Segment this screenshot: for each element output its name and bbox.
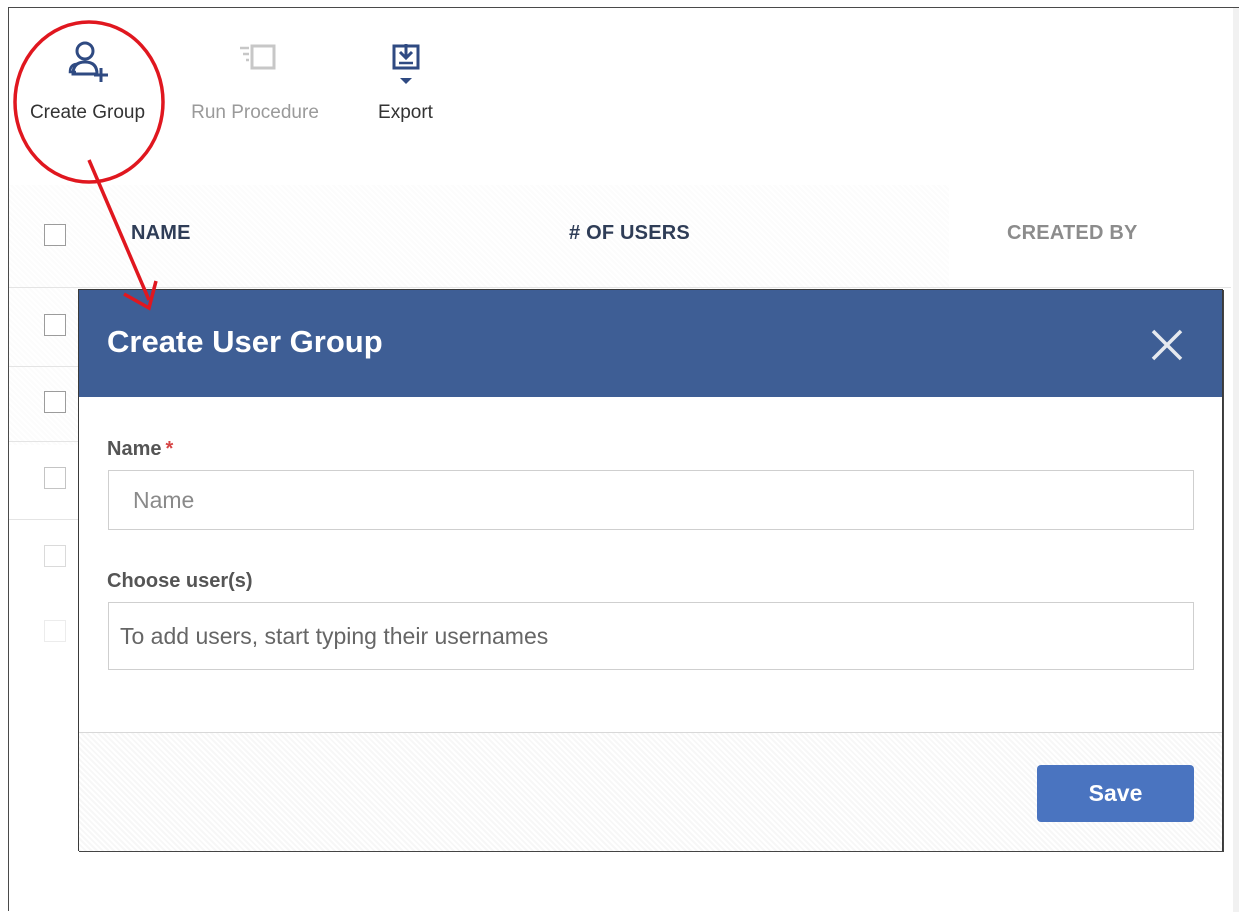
run-procedure-icon	[180, 36, 330, 88]
create-group-button[interactable]: Create Group	[20, 36, 155, 124]
create-group-label: Create Group	[29, 102, 146, 123]
choose-users-input[interactable]	[109, 603, 1193, 669]
row-checkbox[interactable]	[44, 620, 66, 642]
column-header-users[interactable]: # OF USERS	[569, 222, 690, 245]
save-button[interactable]: Save	[1037, 765, 1194, 822]
dialog-title: Create User Group	[107, 324, 383, 359]
table-row-divider	[9, 366, 79, 367]
select-all-checkbox[interactable]	[44, 224, 66, 246]
dialog-footer: Save	[79, 732, 1222, 851]
export-icon	[368, 36, 443, 88]
dialog-header: Create User Group	[79, 290, 1222, 397]
name-label-text: Name	[107, 438, 162, 460]
add-user-group-icon	[20, 36, 155, 88]
name-field-label: Name *	[107, 438, 173, 461]
column-header-created-by[interactable]: CREATED BY	[1007, 222, 1138, 245]
name-input-box[interactable]	[108, 470, 1194, 530]
run-procedure-label: Run Procedure	[191, 102, 319, 123]
column-header-name[interactable]: NAME	[131, 222, 191, 245]
row-checkbox[interactable]	[44, 391, 66, 413]
create-user-group-dialog: Create User Group Name* Choose user(s) S…	[78, 289, 1223, 851]
run-procedure-button[interactable]: Run Procedure	[180, 36, 330, 124]
export-label: Export	[378, 102, 433, 123]
choose-users-input-box[interactable]	[108, 602, 1194, 670]
table-row-divider	[9, 441, 79, 442]
export-button[interactable]: Export	[368, 36, 443, 124]
scrollbar-track[interactable]	[1233, 8, 1239, 912]
table-row-divider	[9, 519, 79, 520]
choose-users-label: Choose user(s)	[107, 570, 253, 592]
table-header: NAME # OF USERS CREATED BY	[9, 200, 1229, 270]
required-mark: *	[165, 438, 174, 460]
row-checkbox[interactable]	[44, 314, 66, 336]
name-input[interactable]	[109, 471, 1193, 529]
close-icon[interactable]	[1150, 328, 1184, 362]
row-checkbox[interactable]	[44, 467, 66, 489]
row-checkbox[interactable]	[44, 545, 66, 567]
table-row-divider	[9, 287, 1231, 288]
